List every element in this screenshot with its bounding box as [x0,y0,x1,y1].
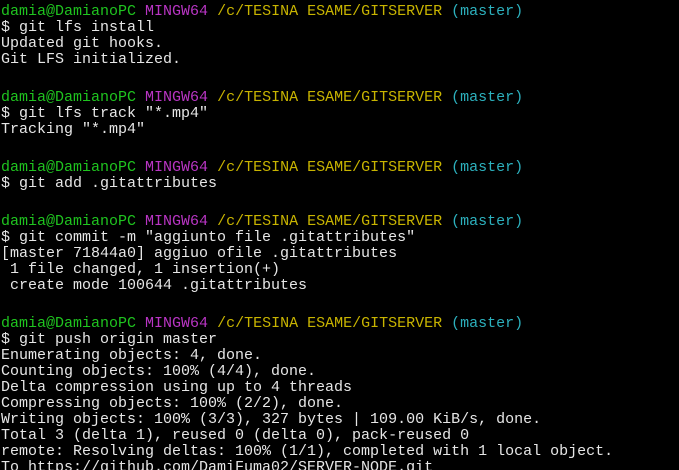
prompt-branch: (master) [451,3,524,20]
prompt-path: /c/TESINA ESAME/GITSERVER [217,89,443,106]
prompt-branch: (master) [451,315,524,332]
output-line: 1 file changed, 1 insertion(+) [1,261,281,278]
output-line: Git LFS initialized. [1,51,182,68]
prompt-line: damia@DamianoPC MINGW64 /c/TESINA ESAME/… [1,160,679,176]
prompt-line: damia@DamianoPC MINGW64 /c/TESINA ESAME/… [1,90,679,106]
output-line: Tracking "*.mp4" [1,121,146,138]
prompt-line: damia@DamianoPC MINGW64 /c/TESINA ESAME/… [1,4,679,20]
output-line: To https://github.com/DamiFuma02/SERVER-… [1,459,434,470]
terminal-window[interactable]: damia@DamianoPC MINGW64 /c/TESINA ESAME/… [0,0,679,470]
prompt-host: MINGW64 [145,3,209,20]
output-line: Enumerating objects: 4, done. [1,347,263,364]
output-line: Compressing objects: 100% (2/2), done. [1,395,344,412]
prompt-host: MINGW64 [145,315,209,332]
output-line: create mode 100644 .gitattributes [1,277,308,294]
prompt-host: MINGW64 [145,159,209,176]
prompt-branch: (master) [451,159,524,176]
output-line: Delta compression using up to 4 threads [1,379,353,396]
output-line: Total 3 (delta 1), reused 0 (delta 0), p… [1,427,470,444]
command-line: $ git commit -m "aggiunto file .gitattri… [1,229,416,246]
output-line: [master 71844a0] aggiuo ofile .gitattrib… [1,245,398,262]
output-line: Updated git hooks. [1,35,164,52]
prompt-path: /c/TESINA ESAME/GITSERVER [217,3,443,20]
command-line: $ git add .gitattributes [1,175,218,192]
prompt-user: damia@DamianoPC [1,213,137,230]
prompt-user: damia@DamianoPC [1,159,137,176]
prompt-user: damia@DamianoPC [1,315,137,332]
prompt-host: MINGW64 [145,89,209,106]
prompt-branch: (master) [451,213,524,230]
output-line: Writing objects: 100% (3/3), 327 bytes |… [1,411,542,428]
prompt-line: damia@DamianoPC MINGW64 /c/TESINA ESAME/… [1,316,679,332]
output-line: Counting objects: 100% (4/4), done. [1,363,317,380]
prompt-user: damia@DamianoPC [1,3,137,20]
command-line: $ git push origin master [1,331,218,348]
prompt-host: MINGW64 [145,213,209,230]
output-line: remote: Resolving deltas: 100% (1/1), co… [1,443,614,460]
command-line: $ git lfs install [1,19,155,36]
command-line: $ git lfs track "*.mp4" [1,105,209,122]
prompt-user: damia@DamianoPC [1,89,137,106]
prompt-branch: (master) [451,89,524,106]
prompt-path: /c/TESINA ESAME/GITSERVER [217,315,443,332]
prompt-line: damia@DamianoPC MINGW64 /c/TESINA ESAME/… [1,214,679,230]
prompt-path: /c/TESINA ESAME/GITSERVER [217,159,443,176]
prompt-path: /c/TESINA ESAME/GITSERVER [217,213,443,230]
